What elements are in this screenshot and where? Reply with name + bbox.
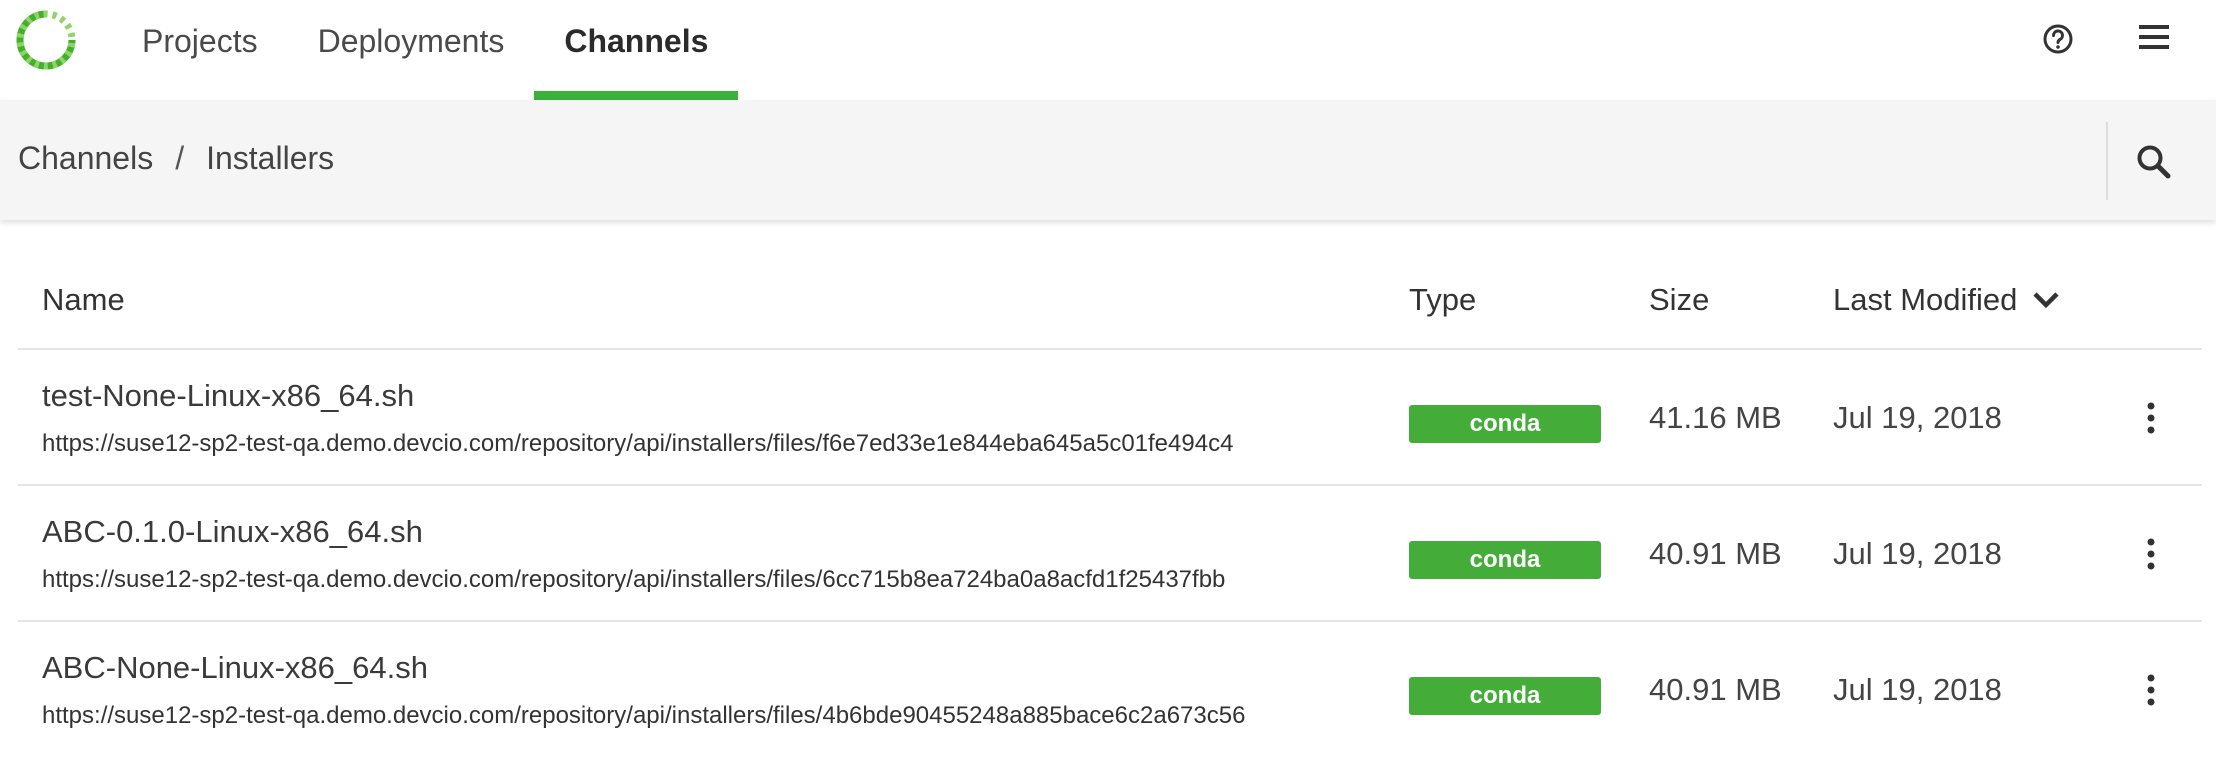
table-row[interactable]: test-None-Linux-x86_64.sh https://suse12… [18, 350, 2202, 486]
installers-table: Name Type Size Last Modified test-None-L… [18, 220, 2202, 756]
type-badge: conda [1409, 405, 1601, 443]
breadcrumb-channels-link[interactable]: Channels [18, 140, 153, 177]
file-name[interactable]: ABC-None-Linux-x86_64.sh [42, 650, 428, 686]
kebab-menu-icon[interactable] [2136, 400, 2166, 436]
main-nav: Projects Deployments Channels [112, 0, 739, 100]
hamburger-menu-icon[interactable] [2136, 22, 2172, 52]
file-url: https://suse12-sp2-test-qa.demo.devcio.c… [42, 702, 1246, 729]
file-size: 40.91 MB [1649, 536, 1782, 571]
file-size: 41.16 MB [1649, 400, 1782, 435]
column-header-name[interactable]: Name [42, 282, 125, 318]
file-size: 40.91 MB [1649, 672, 1782, 707]
table-header: Name Type Size Last Modified [18, 220, 2202, 350]
kebab-menu-icon[interactable] [2136, 672, 2166, 708]
breadcrumb: Channels / Installers [18, 140, 334, 177]
chevron-down-icon[interactable] [2031, 290, 2061, 310]
top-nav-bar: Projects Deployments Channels [0, 0, 2216, 100]
type-badge: conda [1409, 677, 1601, 715]
last-modified: Jul 19, 2018 [1833, 536, 2002, 571]
search-icon[interactable] [2134, 142, 2174, 182]
divider [2106, 122, 2108, 200]
file-name[interactable]: test-None-Linux-x86_64.sh [42, 378, 414, 414]
breadcrumb-separator: / [175, 140, 185, 176]
nav-projects[interactable]: Projects [112, 0, 288, 100]
help-circle-icon[interactable] [2040, 21, 2076, 57]
column-header-last-modified-label: Last Modified [1833, 282, 2018, 317]
nav-deployments[interactable]: Deployments [288, 0, 535, 100]
file-url: https://suse12-sp2-test-qa.demo.devcio.c… [42, 430, 1234, 457]
kebab-menu-icon[interactable] [2136, 536, 2166, 572]
column-header-size[interactable]: Size [1649, 282, 1709, 318]
column-header-type[interactable]: Type [1409, 282, 1476, 318]
breadcrumb-current: Installers [206, 140, 335, 176]
file-name[interactable]: ABC-0.1.0-Linux-x86_64.sh [42, 514, 423, 550]
table-row[interactable]: ABC-0.1.0-Linux-x86_64.sh https://suse12… [18, 486, 2202, 622]
table-row[interactable]: ABC-None-Linux-x86_64.sh https://suse12-… [18, 622, 2202, 756]
ring-logo-icon[interactable] [14, 8, 78, 72]
last-modified: Jul 19, 2018 [1833, 672, 2002, 707]
last-modified: Jul 19, 2018 [1833, 400, 2002, 435]
file-url: https://suse12-sp2-test-qa.demo.devcio.c… [42, 566, 1226, 593]
type-badge: conda [1409, 541, 1601, 579]
column-header-last-modified[interactable]: Last Modified [1833, 282, 2061, 318]
breadcrumb-bar: Channels / Installers [0, 100, 2216, 220]
nav-channels[interactable]: Channels [534, 0, 739, 100]
